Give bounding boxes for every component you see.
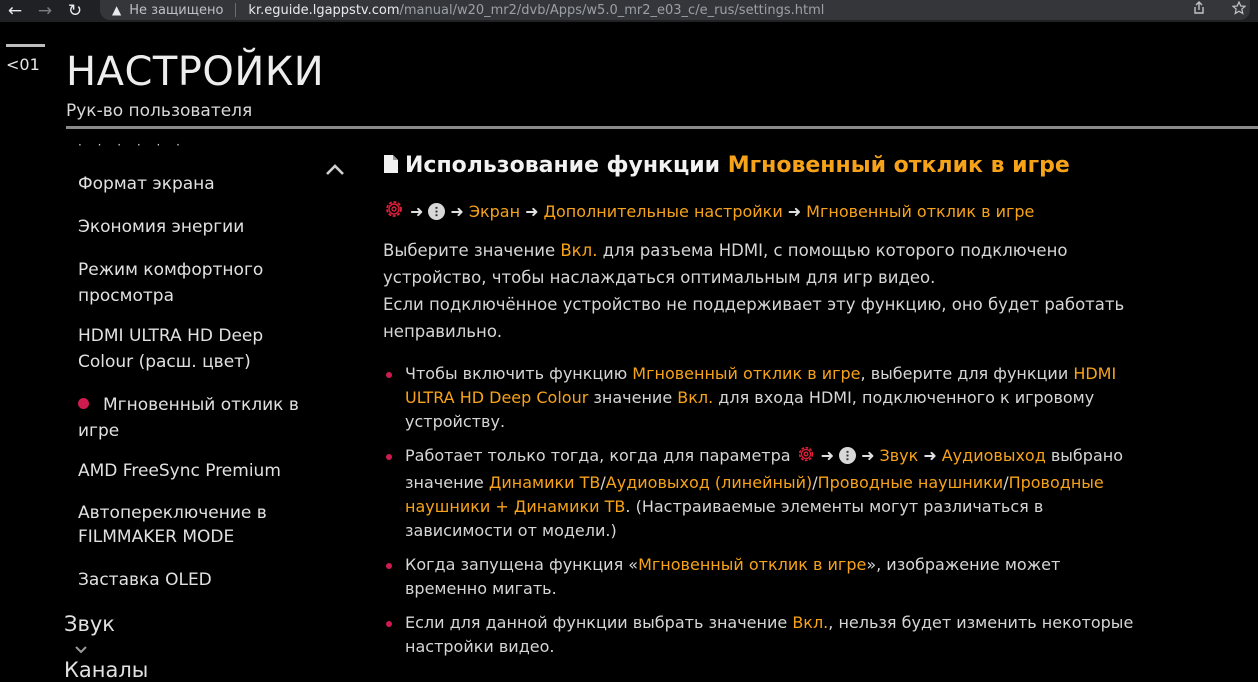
sidebar-item-screen-format[interactable]: Формат экрана: [78, 171, 318, 197]
reload-icon[interactable]: ↻: [60, 0, 90, 22]
sidebar-item-label: Экономия энергии: [78, 217, 245, 237]
sidebar-section-channels[interactable]: Каналы: [64, 658, 148, 682]
active-indicator: [78, 398, 89, 409]
sidebar-item-game-response[interactable]: Мгновенный отклик в игре: [78, 392, 318, 444]
highlight: Мгновенный отклик в игре: [638, 555, 867, 574]
sidebar-item-amd-freesync[interactable]: AMD FreeSync Premium: [78, 458, 318, 484]
bookmark-star-icon[interactable]: [1231, 0, 1247, 19]
back-arrow-icon[interactable]: ←: [0, 0, 30, 22]
document-icon: [383, 154, 399, 180]
text: Выберите значение: [383, 241, 561, 260]
forward-arrow-icon[interactable]: →: [30, 0, 60, 22]
url-path: /manual/w20_mr2/dvb/Apps/w5.0_mr2_e03_c/…: [399, 2, 825, 18]
section-label: Каналы: [64, 658, 149, 682]
path-arrow: ➜: [787, 201, 802, 221]
path-arrow: ➜: [923, 446, 937, 465]
sidebar-item-label: Формат экрана: [78, 174, 215, 194]
back-link[interactable]: <01: [6, 55, 40, 74]
sidebar-item-label: HDMI ULTRA HD Deep Colour (расш. цвет): [78, 326, 264, 372]
chevron-down-icon: [74, 636, 88, 660]
header-divider: [66, 126, 1258, 129]
heading-text: Использование функции: [405, 153, 728, 178]
url-host: kr.eguide.lgappstv.com: [248, 2, 400, 18]
settings-gear-icon: [796, 444, 816, 471]
text: значение: [588, 388, 678, 407]
insecure-label: Не защищено: [129, 2, 224, 18]
address-separator: [235, 3, 237, 17]
cutoff-previous-item: · · · · · ·: [78, 143, 238, 149]
settings-gear-icon: [383, 198, 405, 224]
toolbar-right: [1192, 0, 1247, 20]
sidebar-item-label: AMD FreeSync Premium: [78, 461, 281, 481]
sidebar-section-sound[interactable]: Звук: [64, 612, 115, 663]
text: Когда запущена функция «: [405, 555, 639, 574]
heading-highlight: Мгновенный отклик в игре: [727, 153, 1070, 178]
highlight: Аудиовыход (линейный): [605, 473, 813, 492]
path-arrow: ➜: [450, 201, 464, 221]
intro-paragraph: Выберите значение Вкл. для разъема HDMI,…: [383, 237, 1143, 291]
path-arrow: ➜: [861, 446, 875, 465]
notes-list: Чтобы включить функцию Мгновенный отклик…: [383, 362, 1143, 669]
address-bar[interactable]: ▲ Не защищено kr.eguide.lgappstv.com/man…: [100, 0, 1250, 20]
sidebar-item-filmmaker-mode[interactable]: Автопереключение в FILMMAKER MODE: [78, 501, 318, 549]
sidebar-item-label: Автопереключение в FILMMAKER MODE: [78, 503, 267, 547]
sidebar-item-oled-screensaver[interactable]: Заставка OLED: [78, 567, 318, 593]
section-label: Звук: [64, 612, 115, 636]
text: Если для данной функции выбрать значение: [405, 613, 793, 632]
settings-path: ➜ ➜ Экран ➜ Дополнительные настройки ➜ М…: [383, 198, 1034, 224]
highlight: Аудиовыход: [941, 446, 1046, 465]
highlight: Динамики ТВ: [488, 473, 601, 492]
path-arrow: ➜: [820, 446, 835, 465]
note-paragraph: Если подключённое устройство не поддержи…: [383, 295, 1125, 341]
section-heading: Использование функции Мгновенный отклик …: [383, 153, 1070, 180]
page-title: НАСТРОЙКИ: [66, 49, 325, 95]
more-options-icon: [839, 447, 857, 464]
back-link-bar: [6, 44, 45, 47]
text: Работает только тогда, когда для парамет…: [405, 446, 796, 465]
path-arrow: ➜: [525, 201, 539, 221]
highlight: Вкл.: [677, 388, 714, 407]
path-arrow: ➜: [410, 201, 424, 221]
path-step-game-response: Мгновенный отклик в игре: [806, 201, 1035, 221]
more-options-icon: [428, 202, 446, 220]
collapse-chevron-up-icon[interactable]: [324, 160, 346, 180]
sidebar-item-label: Мгновенный отклик в игре: [78, 395, 299, 441]
path-step-screen: Экран: [468, 201, 521, 221]
sidebar-item-comfort-view[interactable]: Режим комфортного просмотра: [78, 257, 318, 309]
highlight-on: Вкл.: [560, 241, 598, 260]
path-step-advanced: Дополнительные настройки: [543, 201, 783, 221]
list-item: Когда запущена функция «Мгновенный откли…: [383, 553, 1143, 601]
list-item: Работает только тогда, когда для парамет…: [383, 444, 1143, 543]
sidebar-item-label: Режим комфортного просмотра: [78, 260, 264, 306]
text: , выберите для функции: [860, 364, 1074, 383]
sidebar-item-label: Заставка OLED: [78, 570, 212, 590]
sidebar-item-hdmi-deep-colour[interactable]: HDMI ULTRA HD Deep Colour (расш. цвет): [78, 323, 318, 375]
list-item: Если для данной функции выбрать значение…: [383, 611, 1143, 659]
highlight: Звук: [879, 446, 919, 465]
browser-toolbar: ← → ↻ ▲ Не защищено kr.eguide.lgappstv.c…: [0, 0, 1258, 22]
highlight: Проводные наушники: [817, 473, 1004, 492]
warning-icon: ▲: [112, 3, 122, 17]
list-item: Чтобы включить функцию Мгновенный отклик…: [383, 362, 1143, 434]
text: Чтобы включить функцию: [405, 364, 633, 383]
highlight: Мгновенный отклик в игре: [632, 364, 861, 383]
highlight: Вкл.: [792, 613, 829, 632]
sidebar-item-energy-saving[interactable]: Экономия энергии: [78, 214, 318, 240]
share-icon[interactable]: [1192, 1, 1206, 19]
page-subtitle: Рук-во пользователя: [66, 101, 253, 121]
